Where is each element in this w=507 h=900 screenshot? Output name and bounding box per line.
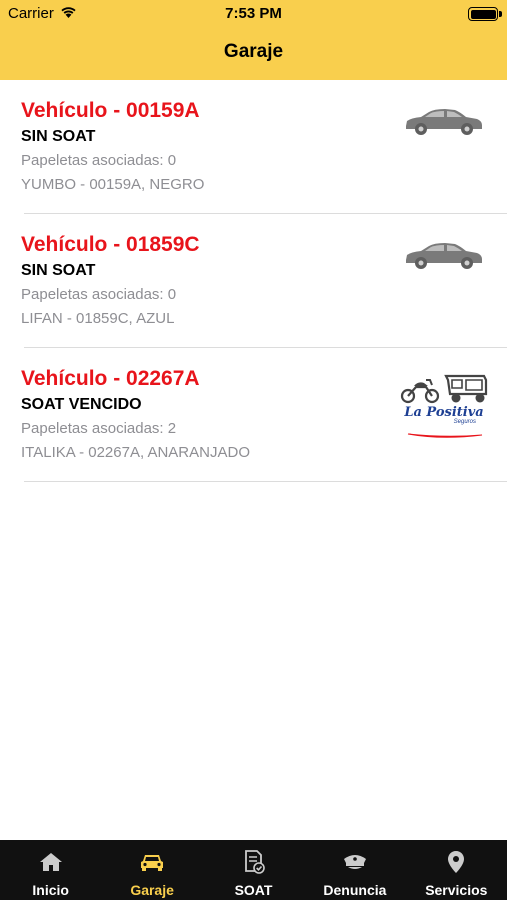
tab-label: SOAT xyxy=(234,882,273,898)
tab-label: Denuncia xyxy=(323,882,387,898)
vehicle-description: YUMBO - 00159A, NEGRO xyxy=(21,176,205,193)
tab-bar: Inicio Garaje SOAT Denuncia Servicios xyxy=(0,840,507,900)
vehicle-plate: Vehículo - 00159A xyxy=(21,99,200,122)
battery-tip xyxy=(499,11,502,17)
document-check-icon xyxy=(242,850,266,879)
vehicle-row[interactable]: Vehículo - 01859C SIN SOAT Papeletas aso… xyxy=(0,214,507,348)
soat-status: SIN SOAT xyxy=(21,262,96,279)
tab-soat[interactable]: SOAT xyxy=(203,840,304,900)
tab-label: Garaje xyxy=(130,882,174,898)
car-icon xyxy=(403,107,483,142)
home-icon xyxy=(39,852,63,877)
status-bar: Carrier 7:53 PM xyxy=(0,0,507,28)
row-divider xyxy=(24,481,507,482)
tab-garaje[interactable]: Garaje xyxy=(101,840,202,900)
vehicle-description: LIFAN - 01859C, AZUL xyxy=(21,310,175,327)
fines-count: Papeletas asociadas: 2 xyxy=(21,420,177,437)
soat-status: SOAT VENCIDO xyxy=(21,396,142,413)
tab-denuncia[interactable]: Denuncia xyxy=(304,840,405,900)
car-icon xyxy=(140,852,164,877)
clock: 7:53 PM xyxy=(225,5,282,22)
vehicle-row[interactable]: Vehículo - 00159A SIN SOAT Papeletas aso… xyxy=(0,80,507,214)
fines-count: Papeletas asociadas: 0 xyxy=(21,286,177,303)
insurer-logo: La Positiva Seguros xyxy=(402,406,486,444)
tab-label: Servicios xyxy=(425,882,488,898)
vehicle-list: Vehículo - 00159A SIN SOAT Papeletas aso… xyxy=(0,80,507,482)
soat-status: SIN SOAT xyxy=(21,128,96,145)
insurer-logo-swoosh xyxy=(407,433,483,438)
tab-label: Inicio xyxy=(32,882,69,898)
vehicle-plate: Vehículo - 02267A xyxy=(21,367,200,390)
battery-icon xyxy=(468,7,498,21)
insurer-logo-name: La Positiva xyxy=(404,405,484,420)
tab-inicio[interactable]: Inicio xyxy=(0,840,101,900)
car-icon xyxy=(403,241,483,276)
police-cap-icon xyxy=(342,852,368,877)
vehicle-description: ITALIKA - 02267A, ANARANJADO xyxy=(21,444,250,461)
page-title: Garaje xyxy=(223,41,284,62)
motorcycle-mototaxi-icon xyxy=(400,372,490,409)
insurer-logo-sub: Seguros xyxy=(453,419,476,425)
fines-count: Papeletas asociadas: 0 xyxy=(21,152,177,169)
tab-servicios[interactable]: Servicios xyxy=(406,840,507,900)
vehicle-plate: Vehículo - 01859C xyxy=(21,233,200,256)
vehicle-row[interactable]: Vehículo - 02267A SOAT VENCIDO Papeletas… xyxy=(0,348,507,482)
header: Carrier 7:53 PM Garaje xyxy=(0,0,507,80)
location-pin-icon xyxy=(447,851,465,879)
